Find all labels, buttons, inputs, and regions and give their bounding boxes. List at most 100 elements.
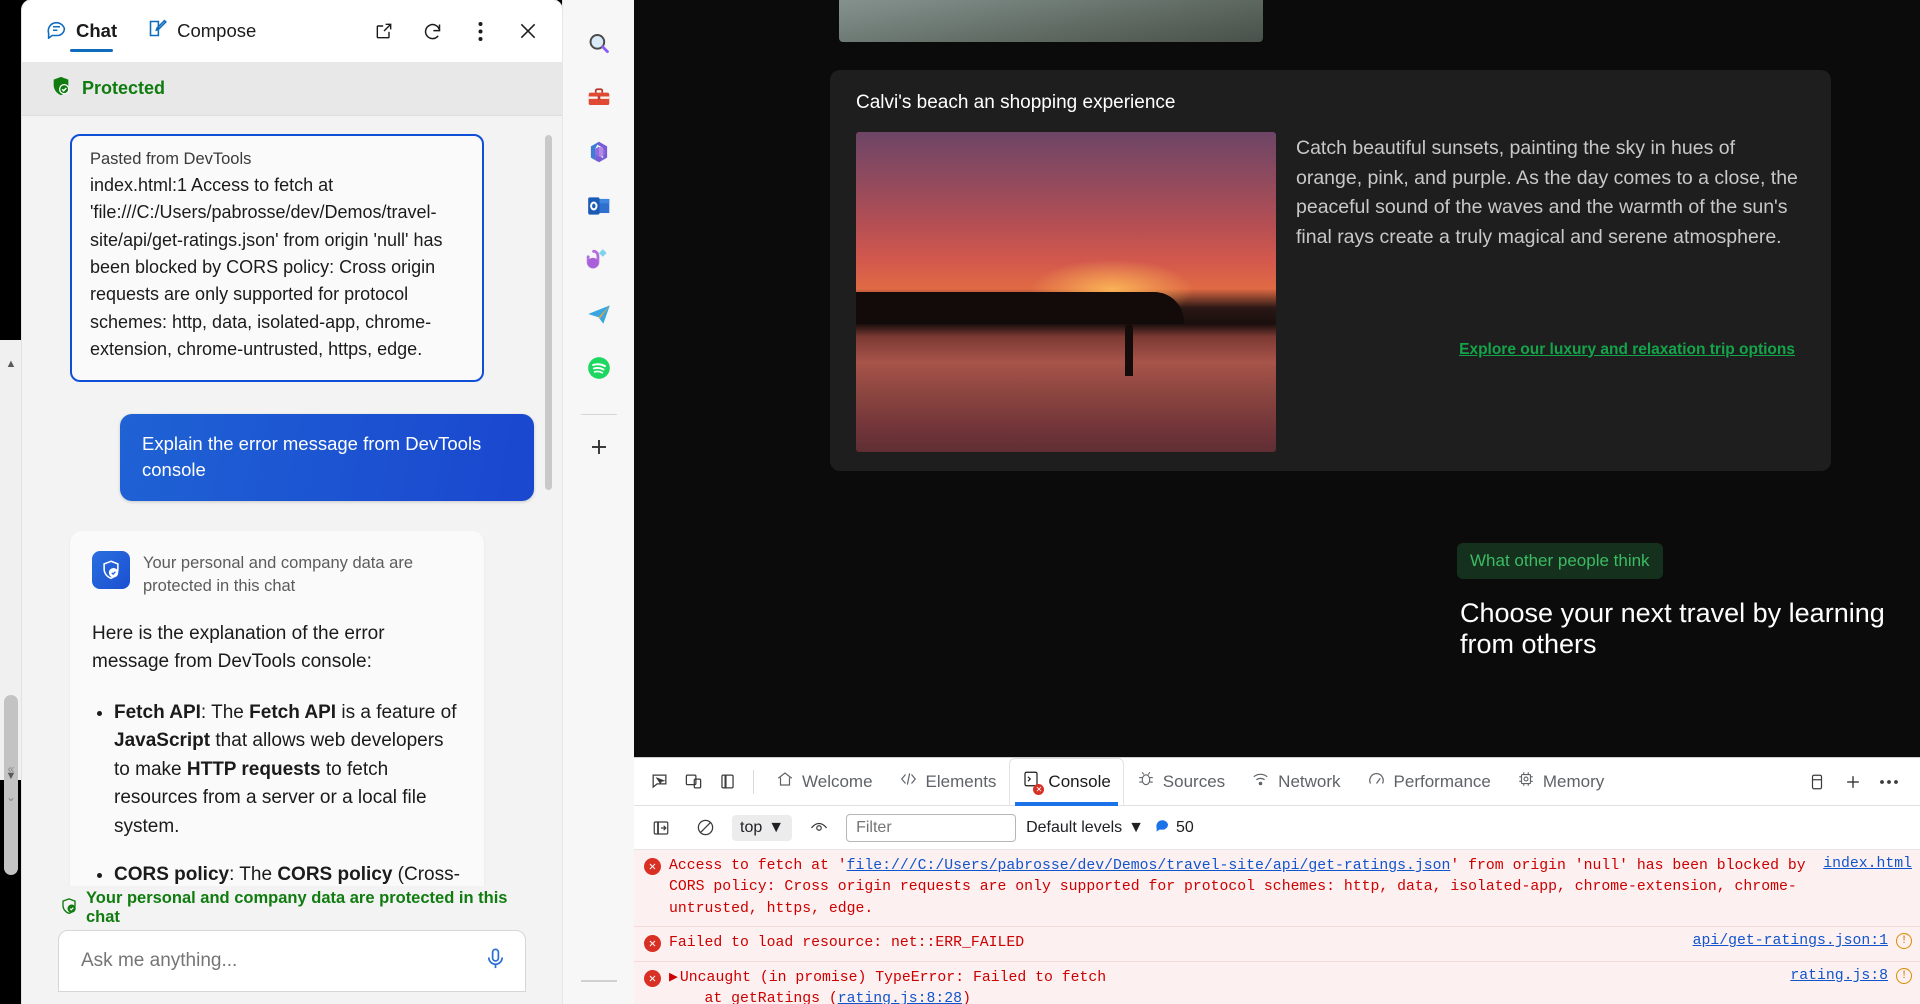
assistant-response-card: Your personal and company data are prote… <box>70 531 484 886</box>
close-icon[interactable] <box>514 17 542 45</box>
copilot-topbar: Chat Compose <box>22 0 562 62</box>
home-icon <box>776 770 794 793</box>
screen-root: ▲ ▼ «⌄ Chat Compose Protected Pasted fro… <box>0 0 1920 1004</box>
chat-bubble-icon <box>46 18 67 44</box>
console-message-text: Failed to load resource: net::ERR_FAILED <box>669 935 1025 952</box>
drawer-icon[interactable] <box>1800 765 1834 799</box>
more-vertical-icon[interactable] <box>466 17 494 45</box>
compose-pencil-icon <box>147 18 168 44</box>
console-terminal-icon: ✕ <box>1022 770 1045 795</box>
live-expression-icon[interactable] <box>802 811 836 845</box>
tab-performance[interactable]: Performance <box>1354 758 1504 806</box>
more-tabs-plus-icon[interactable] <box>1836 765 1870 799</box>
console-message-row[interactable]: ✕ Failed to load resource: net::ERR_FAILE… <box>634 927 1920 962</box>
ask-input-container[interactable] <box>58 930 526 992</box>
tab-network[interactable]: Network <box>1238 758 1353 806</box>
execution-context-select[interactable]: top ▼ <box>732 814 793 841</box>
assistant-intro-text: Here is the explanation of the error mes… <box>92 622 385 673</box>
sidebar-collapse-handle[interactable]: «⌄ <box>0 762 22 804</box>
dock-side-icon[interactable] <box>710 765 744 799</box>
rail-divider <box>580 414 617 415</box>
memory-chip-icon <box>1517 770 1535 793</box>
shopping-briefcase-icon[interactable] <box>577 76 621 120</box>
console-source-link[interactable]: index.html <box>1823 856 1912 872</box>
assistant-protection-text: Your personal and company data are prote… <box>143 554 413 595</box>
tab-welcome[interactable]: Welcome <box>763 758 886 806</box>
assistant-bullet-list: Fetch API: The Fetch API is a feature of… <box>114 699 462 886</box>
pasted-context-card: Pasted from DevTools index.html:1 Access… <box>70 134 484 382</box>
microphone-icon[interactable] <box>484 947 507 975</box>
error-icon: ✕ <box>644 969 661 987</box>
tab-performance-label: Performance <box>1393 771 1491 791</box>
tab-memory[interactable]: Memory <box>1504 758 1617 806</box>
beach-card-paragraph: Catch beautiful sunsets, painting the sk… <box>1296 137 1798 248</box>
console-source-link[interactable]: api/get-ratings.json:1 <box>1693 933 1888 949</box>
devtools-tabbar-right <box>1800 765 1912 799</box>
log-levels-label: Default levels <box>1026 818 1123 836</box>
beach-sunset-image <box>856 132 1276 452</box>
console-message-list[interactable]: ✕ Access to fetch at 'file:///C:/Users/pa… <box>634 850 1920 1004</box>
rail-bottom-divider <box>580 980 617 982</box>
user-message-bubble: Explain the error message from DevTools … <box>120 413 534 502</box>
assistant-bullet: CORS policy: The CORS policy (Cross-Orig… <box>114 861 462 886</box>
expand-triangle-icon[interactable]: ▶ <box>669 968 678 989</box>
footer-protection-note: Your personal and company data are prote… <box>50 886 534 930</box>
chevron-down-icon: ▼ <box>1128 818 1144 836</box>
scroll-up-arrow-icon[interactable]: ▲ <box>5 358 17 370</box>
more-tools-ellipsis-icon[interactable] <box>1872 765 1906 799</box>
reviews-pill: What other people think <box>1457 543 1663 579</box>
ask-input[interactable] <box>81 950 484 972</box>
device-toolbar-icon[interactable] <box>676 765 710 799</box>
log-levels-select[interactable]: Default levels ▼ <box>1026 819 1144 837</box>
error-icon: ✕ <box>644 858 661 875</box>
page-scrollbar-track[interactable] <box>0 340 22 875</box>
tab-compose[interactable]: Compose <box>145 0 258 62</box>
outlook-icon[interactable] <box>577 184 621 228</box>
protected-banner: Protected <box>22 62 562 116</box>
games-icon[interactable] <box>577 238 621 282</box>
console-source-link[interactable]: rating.js:8 <box>1790 968 1888 984</box>
reviews-heading: Choose your next travel by learning from… <box>1460 598 1885 659</box>
clear-console-icon[interactable] <box>688 811 722 845</box>
wifi-icon <box>1251 770 1270 793</box>
shield-check-small-icon <box>60 897 78 920</box>
console-message-row[interactable]: ✕ Access to fetch at 'file:///C:/Users/pa… <box>634 850 1920 928</box>
mountain-image <box>839 0 1263 42</box>
chat-scrollbar-thumb[interactable] <box>545 135 552 490</box>
spotify-icon[interactable] <box>577 346 621 390</box>
refresh-icon[interactable] <box>418 17 446 45</box>
console-message-row[interactable]: ✕ ▶ Uncaught (in promise) TypeError: Faile… <box>634 961 1920 1004</box>
tab-console-label: Console <box>1048 771 1111 791</box>
explore-trips-link[interactable]: Explore our luxury and relaxation trip o… <box>1459 341 1795 358</box>
console-filter-input[interactable] <box>846 813 1017 842</box>
console-url-link[interactable]: file:///C:/Users/pabrosse/dev/Demos/trav… <box>847 858 1451 874</box>
inspect-element-icon[interactable] <box>642 765 676 799</box>
sunset-person-silhouette <box>1124 324 1133 376</box>
tab-sources[interactable]: Sources <box>1124 758 1238 806</box>
assistant-protection-note: Your personal and company data are prote… <box>92 551 462 598</box>
console-stack-link[interactable]: rating.js:8:28 <box>838 991 962 1004</box>
beach-experience-card: Calvi's beach an shopping experience Cat… <box>830 70 1831 471</box>
tab-chat-label: Chat <box>76 20 118 41</box>
footer-protection-text: Your personal and company data are prote… <box>86 889 508 926</box>
execution-context-value: top <box>740 818 763 836</box>
tab-chat[interactable]: Chat <box>44 0 119 62</box>
issue-warning-icon[interactable]: ! <box>1896 967 1912 984</box>
tabbar-divider <box>753 769 754 794</box>
console-sidebar-icon[interactable] <box>644 811 678 845</box>
tab-console[interactable]: ✕ Console <box>1009 758 1123 806</box>
tab-sources-label: Sources <box>1162 771 1226 791</box>
issue-warning-icon[interactable]: ! <box>1896 933 1912 950</box>
microsoft-365-icon[interactable] <box>577 130 621 174</box>
devtools-panel: Welcome Elements ✕ Console Sources Netwo… <box>634 757 1920 1004</box>
copilot-footer: Your personal and company data are prote… <box>22 886 562 1004</box>
add-tool-icon[interactable] <box>577 425 621 469</box>
tab-elements-label: Elements <box>925 771 997 791</box>
search-icon[interactable] <box>577 22 621 66</box>
tab-elements[interactable]: Elements <box>886 758 1010 806</box>
edge-sidebar-rail <box>562 0 634 1004</box>
copilot-chat-panel: Chat Compose Protected Pasted from DevTo… <box>22 0 562 1004</box>
telegram-icon[interactable] <box>577 292 621 336</box>
external-link-icon[interactable] <box>370 17 398 45</box>
console-message-text: ▶ Uncaught (in promise) TypeError: Failed… <box>669 968 1778 1004</box>
